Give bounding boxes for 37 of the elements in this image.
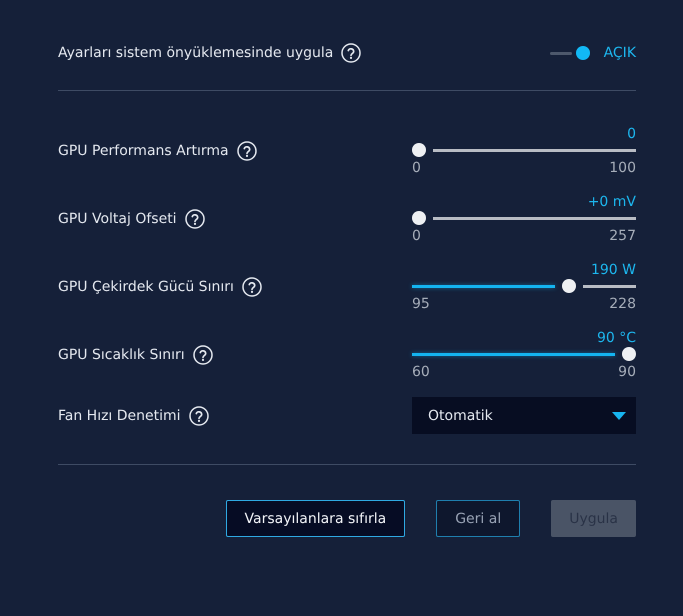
reset-defaults-button[interactable]: Varsayılanlara sıfırla xyxy=(226,500,406,537)
range-max-label: 100 xyxy=(609,159,636,177)
setting-label: GPU Çekirdek Gücü Sınırı xyxy=(58,279,234,295)
range-max-label: 257 xyxy=(609,227,636,245)
caret-icon xyxy=(612,412,626,420)
range-min-label: 0 xyxy=(412,159,421,177)
setting-label: GPU Voltaj Ofseti xyxy=(58,211,177,227)
slider-track[interactable] xyxy=(412,211,636,225)
range-min-label: 60 xyxy=(412,363,430,381)
toggle-state-label: AÇIK xyxy=(604,45,636,61)
slider-track[interactable] xyxy=(412,143,636,157)
help-icon[interactable] xyxy=(236,141,257,161)
fan-speed-dropdown[interactable]: Otomatik xyxy=(412,397,636,434)
setting-label: GPU Sıcaklık Sınırı xyxy=(58,347,185,363)
slider-track[interactable] xyxy=(412,347,636,361)
range-min-label: 0 xyxy=(412,227,421,245)
slider-track[interactable] xyxy=(412,279,636,293)
slider-value: +0 mV xyxy=(588,193,636,211)
help-icon[interactable] xyxy=(242,277,262,297)
slider-thumb[interactable] xyxy=(412,143,426,157)
range-max-label: 228 xyxy=(609,295,636,313)
help-icon[interactable] xyxy=(192,345,213,365)
slider-value: 0 xyxy=(627,125,636,143)
setting-label: Ayarları sistem önyüklemesinde uygula xyxy=(58,45,334,61)
slider-value: 90 °C xyxy=(596,329,636,347)
slider-thumb[interactable] xyxy=(412,211,426,225)
slider-thumb[interactable] xyxy=(622,347,636,361)
slider-thumb[interactable] xyxy=(562,279,576,293)
toggle-switch[interactable] xyxy=(550,46,590,60)
slider-value: 190 W xyxy=(590,261,636,279)
range-min-label: 95 xyxy=(412,295,430,313)
range-max-label: 90 xyxy=(618,363,636,381)
setting-label: Fan Hızı Denetimi xyxy=(58,408,181,424)
help-icon[interactable] xyxy=(184,209,205,229)
help-icon[interactable] xyxy=(188,406,209,426)
help-icon[interactable] xyxy=(341,43,362,63)
setting-label: GPU Performans Artırma xyxy=(58,143,229,159)
